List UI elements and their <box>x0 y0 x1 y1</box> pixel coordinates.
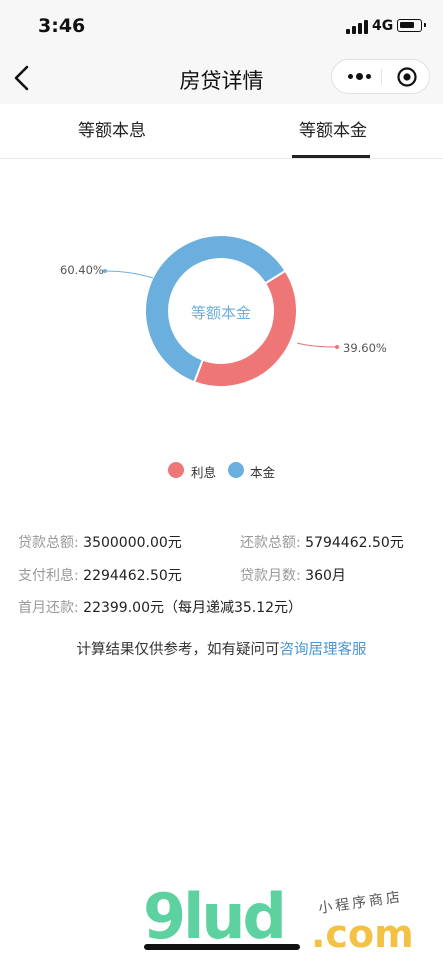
donut-slice-interest[interactable] <box>193 269 298 388</box>
battery-icon <box>397 19 426 32</box>
watermark-brand: 9lud <box>143 880 287 953</box>
interest-leader-line <box>296 342 337 348</box>
repay-total-value: 5794462.50元 <box>305 535 404 551</box>
more-dots-icon[interactable] <box>340 60 380 93</box>
principal-percent-label: 60.40% <box>60 263 104 277</box>
customer-service-link[interactable]: 咨询居理客服 <box>280 642 367 658</box>
mini-program-capsule <box>331 59 430 94</box>
tab-equal-installment[interactable]: 等额本息 <box>62 104 162 158</box>
status-bar: 3:46 4G <box>0 0 443 52</box>
signal-icon <box>346 20 368 34</box>
home-indicator <box>144 944 300 950</box>
legend-swatch-interest <box>168 462 184 478</box>
legend-label-interest: 利息 <box>191 465 217 480</box>
interest-label: 支付利息: <box>18 568 79 584</box>
legend-item-principal[interactable]: 本金 <box>228 460 288 480</box>
status-time: 3:46 <box>38 15 86 37</box>
first-month-value: 22399.00元（每月递减35.12元） <box>83 600 303 616</box>
loan-total-label: 贷款总额: <box>18 535 79 551</box>
nav-bar: 房贷详情 <box>0 52 443 104</box>
loan-total-value: 3500000.00元 <box>83 535 182 551</box>
close-button[interactable] <box>396 66 418 88</box>
capsule-divider <box>381 69 382 85</box>
interest-leader-dot <box>335 345 339 349</box>
target-icon <box>397 67 417 87</box>
tab-equal-principal[interactable]: 等额本金 <box>283 104 383 158</box>
loan-total-row: 贷款总额: 3500000.00元 <box>18 532 182 556</box>
chart-legend: 利息 本金 <box>0 460 443 480</box>
tab-bar: 等额本息 等额本金 <box>0 104 443 159</box>
months-value: 360月 <box>305 568 346 584</box>
network-type: 4G <box>372 18 394 34</box>
first-month-label: 首月还款: <box>18 600 79 616</box>
disclaimer-text: 计算结果仅供参考，如有疑问可 <box>76 642 280 658</box>
interest-row: 支付利息: 2294462.50元 <box>18 565 182 589</box>
active-tab-indicator <box>292 155 370 158</box>
legend-swatch-principal <box>228 462 244 478</box>
interest-value: 2294462.50元 <box>83 568 182 584</box>
disclaimer-note: 计算结果仅供参考，如有疑问可咨询居理客服 <box>0 638 443 659</box>
legend-label-principal: 本金 <box>250 465 276 480</box>
repay-total-label: 还款总额: <box>240 535 301 551</box>
chart-center-label: 等额本金 <box>190 304 251 322</box>
months-row: 贷款月数: 360月 <box>240 565 346 589</box>
watermark-suffix: .com <box>311 912 414 956</box>
repay-total-row: 还款总额: 5794462.50元 <box>240 532 404 556</box>
months-label: 贷款月数: <box>240 568 301 584</box>
first-month-row: 首月还款: 22399.00元（每月递减35.12元） <box>18 597 302 621</box>
legend-item-interest[interactable]: 利息 <box>168 460 228 480</box>
interest-percent-label: 39.60% <box>343 341 387 355</box>
principal-leader-line <box>105 270 154 279</box>
